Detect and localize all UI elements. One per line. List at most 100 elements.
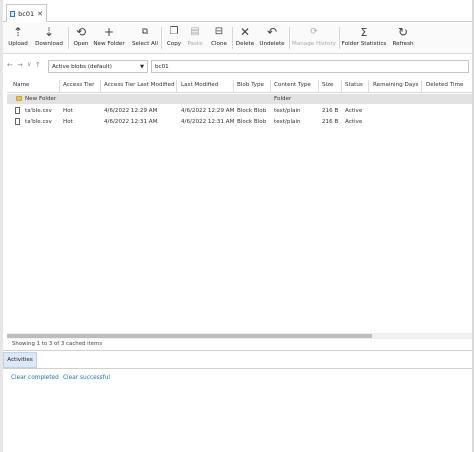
- table-row[interactable]: ta'ble.csv Hot 4/6/2022 12:31 AM 4/6/202…: [7, 117, 472, 127]
- cell-access-tier-last-modified: 4/6/2022 12:31 AM: [104, 119, 158, 125]
- chevron-down-icon: ▼: [140, 63, 144, 70]
- open-button[interactable]: ⟲ Open: [71, 24, 91, 53]
- tab-activities[interactable]: Activities: [3, 352, 37, 368]
- blob-table: Name Access Tier Access Tier Last Modifi…: [7, 79, 472, 335]
- sigma-icon: Σ: [360, 25, 368, 39]
- refresh-icon: ↻: [397, 25, 409, 39]
- toolbar-separator: [339, 27, 340, 49]
- column-separator[interactable]: [270, 80, 271, 92]
- tab-title: bc01: [18, 9, 35, 18]
- column-separator[interactable]: [341, 80, 342, 92]
- column-header-blob-type[interactable]: Blob Type: [237, 82, 264, 88]
- copy-icon: ❐: [169, 26, 179, 37]
- cell-content-type: text/plain: [274, 119, 301, 125]
- cell-blob-type: Block Blob: [237, 119, 267, 125]
- paste-icon: ▤: [190, 26, 200, 37]
- column-header-remaining-days[interactable]: Remaining Days: [373, 82, 418, 88]
- container-icon: [10, 10, 16, 17]
- cell-status: Active: [345, 108, 363, 114]
- file-icon: [15, 107, 20, 114]
- column-separator[interactable]: [368, 80, 369, 92]
- column-separator[interactable]: [421, 80, 422, 92]
- column-separator[interactable]: [176, 80, 177, 92]
- delete-button[interactable]: ✕ Delete: [234, 24, 256, 53]
- upload-button[interactable]: ⇡ Upload: [5, 24, 31, 53]
- cell-content-type: text/plain: [274, 108, 301, 114]
- column-header-size[interactable]: Size: [322, 82, 333, 88]
- column-header-deleted-time[interactable]: Deleted Time: [426, 82, 463, 88]
- column-header-access-tier[interactable]: Access Tier: [63, 82, 94, 88]
- up-icon[interactable]: ↑: [35, 61, 41, 69]
- horizontal-scrollbar[interactable]: [7, 333, 472, 339]
- refresh-button[interactable]: ↻ Refresh: [391, 24, 415, 53]
- toolbar: ⇡ Upload ⇣ Download ⟲ Open + New Folder …: [3, 23, 472, 54]
- cell-status: Active: [345, 119, 363, 125]
- tab-strip: bc01 ✕: [3, 0, 472, 22]
- download-icon: ⇣: [43, 25, 55, 39]
- paste-button[interactable]: ▤ Paste: [185, 24, 205, 53]
- undelete-icon: ↶: [266, 25, 278, 39]
- cell-access-tier: Hot: [63, 108, 73, 114]
- close-icon[interactable]: ✕: [37, 10, 43, 18]
- toolbar-separator: [232, 27, 233, 49]
- tab-bc01[interactable]: bc01 ✕: [6, 4, 47, 22]
- panel-divider[interactable]: [3, 350, 472, 351]
- clone-button[interactable]: ⊟ Clone: [208, 24, 230, 53]
- clone-icon: ⊟: [214, 26, 224, 37]
- toolbar-separator: [161, 27, 162, 49]
- column-separator[interactable]: [59, 80, 60, 92]
- column-separator[interactable]: [233, 80, 234, 92]
- view-select-value: Active blobs (default): [52, 63, 112, 70]
- history-icon: ⟳: [310, 26, 318, 37]
- open-icon: ⟲: [75, 25, 87, 39]
- copy-button[interactable]: ❐ Copy: [164, 24, 184, 53]
- cell-access-tier-last-modified: 4/6/2022 12:29 AM: [104, 108, 158, 114]
- cell-name: ta'ble.csv: [25, 108, 52, 114]
- manage-history-button[interactable]: ⟳ Manage History: [291, 24, 337, 53]
- undelete-button[interactable]: ↶ Undelete: [258, 24, 286, 53]
- table-row[interactable]: ta'ble.csv Hot 4/6/2022 12:29 AM 4/6/202…: [7, 106, 472, 116]
- path-input[interactable]: bc01: [151, 60, 469, 73]
- path-value: bc01: [155, 63, 169, 70]
- folder-statistics-button[interactable]: Σ Folder Statistics: [341, 24, 387, 53]
- table-header: Name Access Tier Access Tier Last Modifi…: [7, 79, 472, 93]
- download-button[interactable]: ⇣ Download: [33, 24, 65, 53]
- toolbar-separator: [68, 27, 69, 49]
- file-icon: [15, 118, 20, 125]
- cell-blob-type: Block Blob: [237, 108, 267, 114]
- navigation-bar: ← → ∨ ↑ Active blobs (default) ▼ bc01: [3, 58, 472, 75]
- clear-successful-link[interactable]: Clear successful: [63, 375, 110, 381]
- back-icon[interactable]: ←: [7, 61, 13, 69]
- recent-locations-icon[interactable]: ∨: [27, 61, 31, 68]
- view-select[interactable]: Active blobs (default) ▼: [48, 60, 148, 73]
- cell-last-modified: 4/6/2022 12:29 AM: [181, 108, 235, 114]
- table-row[interactable]: New Folder Folder: [7, 94, 472, 104]
- activities-divider: [3, 368, 472, 369]
- new-folder-button[interactable]: + New Folder: [93, 24, 125, 53]
- cell-name: New Folder: [25, 96, 57, 102]
- select-all-icon: ⧉: [141, 26, 149, 37]
- cell-content-type: Folder: [274, 96, 292, 102]
- cell-size: 216 B: [322, 119, 339, 125]
- scrollbar-thumb[interactable]: [7, 334, 372, 338]
- delete-icon: ✕: [239, 25, 251, 39]
- column-separator[interactable]: [318, 80, 319, 92]
- column-header-content-type[interactable]: Content Type: [274, 82, 311, 88]
- clear-completed-link[interactable]: Clear completed: [11, 375, 59, 381]
- column-header-name[interactable]: Name: [13, 82, 30, 88]
- status-text: Showing 1 to 3 of 3 cached items: [12, 341, 103, 347]
- forward-icon[interactable]: →: [17, 61, 23, 69]
- column-header-status[interactable]: Status: [345, 82, 363, 88]
- cell-size: 216 B: [322, 108, 339, 114]
- column-header-last-modified[interactable]: Last Modified: [181, 82, 218, 88]
- column-separator[interactable]: [100, 80, 101, 92]
- toolbar-separator: [289, 27, 290, 49]
- cell-name: ta'ble.csv: [25, 119, 52, 125]
- cell-access-tier: Hot: [63, 119, 73, 125]
- column-header-access-tier-last-modified[interactable]: Access Tier Last Modified: [104, 82, 175, 88]
- folder-icon: [16, 96, 22, 101]
- plus-icon: +: [103, 25, 115, 39]
- select-all-button[interactable]: ⧉ Select All: [130, 24, 160, 53]
- upload-icon: ⇡: [12, 25, 24, 39]
- cell-last-modified: 4/6/2022 12:31 AM: [181, 119, 235, 125]
